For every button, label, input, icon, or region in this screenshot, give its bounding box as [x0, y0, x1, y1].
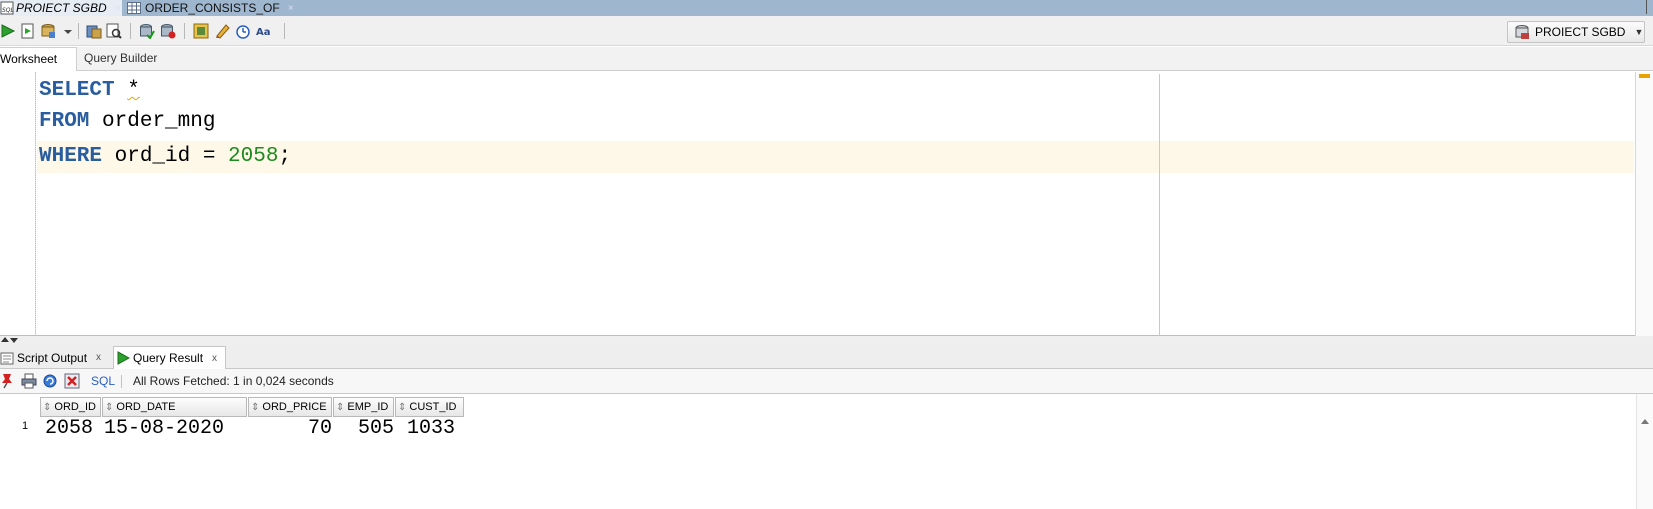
table-cell[interactable]: 505	[333, 417, 394, 441]
code-text: *	[127, 79, 140, 102]
commit-icon[interactable]	[40, 23, 56, 39]
rollback-icon[interactable]	[86, 23, 102, 39]
sort-icon: ⇕	[251, 401, 260, 413]
pin-icon[interactable]	[0, 373, 14, 389]
worksheet-subtabs: Worksheet Query Builder	[0, 47, 1653, 71]
code-line-3: WHERE ord_id = 2058;	[39, 141, 291, 173]
divider	[284, 23, 285, 39]
chevron-up-icon[interactable]	[1640, 417, 1650, 425]
tab-label: Query Result	[133, 351, 204, 365]
sql-editor[interactable]: SELECT * FROM order_mng WHERE ord_id = 2…	[0, 72, 1653, 336]
unshared-sql-icon[interactable]	[160, 23, 176, 39]
close-icon[interactable]: ×	[288, 3, 294, 14]
column-header-ord-price[interactable]: ⇕ ORD_PRICE	[248, 397, 332, 417]
tab-script-output[interactable]: Script Output x	[0, 346, 108, 369]
vertical-scrollbar[interactable]	[1635, 72, 1653, 336]
script-output-icon	[0, 352, 14, 364]
explain-plan-icon[interactable]	[106, 23, 122, 39]
tab-proiect-sgbd[interactable]: SQL PROIECT SGBD ×	[0, 0, 122, 16]
code-text: ord_id =	[114, 145, 229, 168]
column-header-emp-id[interactable]: ⇕ EMP_ID	[333, 397, 394, 417]
table-cell[interactable]: 2058	[45, 417, 93, 441]
code-text: ;	[278, 145, 292, 168]
output-panel-tabs: Script Output x Query Result x	[0, 345, 1653, 369]
editor-tab-bar: SQL PROIECT SGBD × ORDER_CONSISTS_OF ×	[0, 0, 1653, 16]
keyword: WHERE	[39, 145, 103, 168]
keyword: FROM	[39, 110, 90, 133]
column-header-ord-id[interactable]: ⇕ ORD_ID	[40, 397, 101, 417]
panel-splitter[interactable]	[0, 336, 1653, 345]
warning-marker[interactable]	[1639, 74, 1650, 78]
database-connection-icon	[1515, 25, 1529, 39]
divider	[130, 23, 131, 39]
table-cell[interactable]: 70	[248, 417, 332, 441]
sort-icon: ⇕	[398, 401, 407, 413]
tab-query-builder[interactable]: Query Builder	[84, 47, 157, 71]
divider	[121, 375, 122, 388]
format-icon[interactable]	[235, 23, 251, 39]
tab-label: ORDER_CONSISTS_OF	[145, 1, 280, 15]
vertical-scrollbar[interactable]	[1636, 394, 1653, 509]
sort-icon: ⇕	[105, 401, 114, 413]
results-toolbar: SQL All Rows Fetched: 1 in 0,024 seconds	[0, 369, 1653, 393]
close-icon[interactable]: x	[212, 353, 217, 364]
code-line-1: SELECT *	[39, 75, 140, 107]
chevron-down-icon: ▼	[1634, 27, 1644, 37]
divider	[78, 23, 79, 39]
history-icon[interactable]	[214, 23, 230, 39]
clear-icon[interactable]	[193, 23, 209, 39]
tab-order-consists-of[interactable]: ORDER_CONSISTS_OF ×	[127, 0, 307, 16]
code-number: 2058	[228, 145, 279, 168]
line-gutter	[0, 72, 36, 336]
svg-text:SQL: SQL	[2, 7, 14, 14]
cancel-icon[interactable]	[64, 373, 80, 389]
divider	[1646, 0, 1647, 14]
column-header-ord-date[interactable]: ⇕ ORD_DATE	[102, 397, 247, 417]
row-number: 1	[22, 420, 29, 432]
tab-label: PROIECT SGBD	[16, 1, 107, 15]
table-icon	[127, 2, 141, 14]
tab-worksheet[interactable]: Worksheet	[0, 47, 77, 71]
column-header-cust-id[interactable]: ⇕ CUST_ID	[395, 397, 464, 417]
worksheet-toolbar: Aa PROIECT SGBD ▼	[0, 16, 1653, 46]
table-cell[interactable]: 15-08-2020	[104, 417, 224, 441]
close-icon[interactable]: x	[96, 352, 101, 363]
right-margin-guide	[1159, 74, 1160, 336]
close-icon[interactable]: ×	[115, 3, 121, 14]
tab-query-result[interactable]: Query Result x	[113, 346, 226, 369]
sort-icon: ⇕	[43, 401, 52, 413]
tab-label: Script Output	[17, 350, 88, 365]
table-cell[interactable]: 1033	[407, 417, 455, 441]
text-case-icon[interactable]: Aa	[256, 23, 272, 39]
run-statement-icon[interactable]	[0, 23, 16, 39]
code-text: order_mng	[102, 110, 216, 133]
divider	[184, 23, 185, 39]
sql-worksheet-icon: SQL	[0, 1, 14, 15]
print-icon[interactable]	[21, 373, 37, 389]
splitter-arrows-icon[interactable]	[0, 336, 18, 344]
refresh-icon[interactable]	[42, 373, 58, 389]
chevron-down-icon[interactable]	[62, 23, 74, 39]
gutter-border	[35, 72, 36, 336]
results-grid: ⇕ ORD_ID ⇕ ORD_DATE ⇕ ORD_PRICE ⇕ EMP_ID ⇕ CU…	[0, 393, 1653, 509]
run-statement-icon	[117, 351, 130, 365]
run-script-icon[interactable]	[20, 23, 36, 39]
connection-name: PROIECT SGBD	[1535, 25, 1626, 39]
sql-link[interactable]: SQL	[91, 374, 115, 388]
autotrace-icon[interactable]	[139, 23, 155, 39]
code-line-2: FROM order_mng	[39, 106, 215, 138]
sort-icon: ⇕	[336, 401, 345, 413]
fetch-status: All Rows Fetched: 1 in 0,024 seconds	[133, 374, 334, 388]
svg-text:Aa: Aa	[256, 27, 271, 38]
keyword: SELECT	[39, 79, 115, 102]
connection-select[interactable]: PROIECT SGBD ▼	[1507, 21, 1645, 43]
